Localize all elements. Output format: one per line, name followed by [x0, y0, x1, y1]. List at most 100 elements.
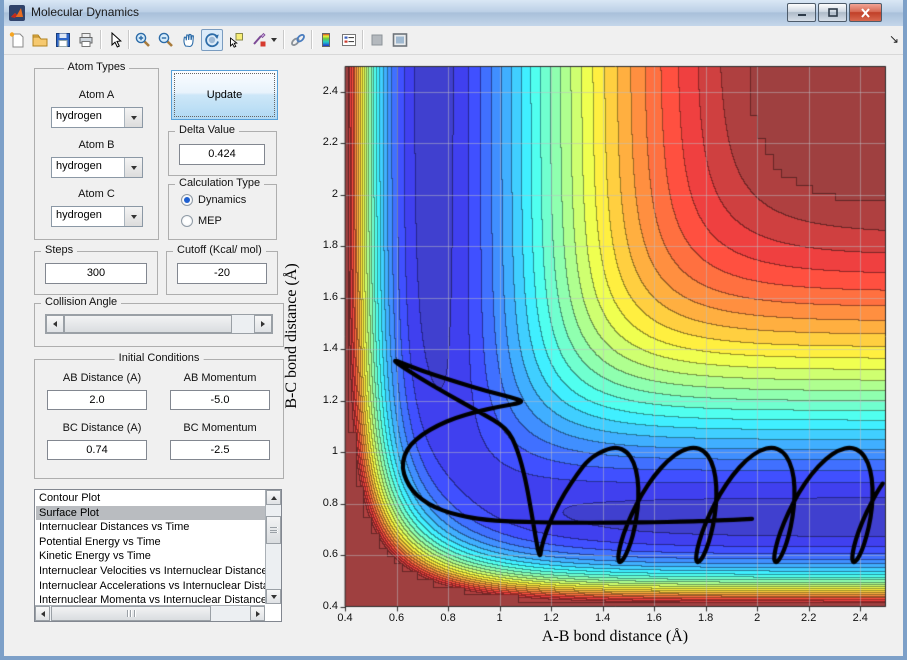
atom-a-dropdown[interactable]: hydrogen [51, 107, 143, 128]
radio-unselected-icon [181, 215, 193, 227]
toolbar-separator [283, 30, 285, 49]
x-tick-label: 0.6 [388, 612, 405, 624]
x-tick-label: 2.4 [852, 612, 868, 624]
toolbar-separator [311, 30, 313, 49]
mep-radio[interactable]: MEP [181, 215, 222, 227]
scroll-right-arrow[interactable] [250, 606, 265, 621]
collision-angle-slider[interactable] [45, 314, 273, 334]
y-tick-label: 2 [331, 187, 338, 200]
y-tick-label: 2.2 [322, 136, 338, 149]
maximize-button[interactable] [818, 3, 847, 22]
y-tick-label: 1 [331, 445, 338, 458]
window-title: Molecular Dynamics [31, 5, 140, 19]
ab-distance-field[interactable]: 2.0 [47, 390, 147, 410]
scroll-up-arrow[interactable] [266, 490, 281, 505]
panel-title: Calculation Type [175, 177, 265, 189]
toolbar-separator [128, 30, 130, 49]
zoom-out-button[interactable] [155, 29, 177, 51]
cutoff-panel: Cutoff (Kcal/ mol) -20 [166, 244, 278, 295]
y-tick-label: 0.6 [322, 548, 338, 561]
slider-left-arrow[interactable] [46, 315, 64, 333]
list-items: Contour Plot Surface Plot Internuclear D… [36, 491, 266, 608]
ab-momentum-field[interactable]: -5.0 [170, 390, 270, 410]
close-button[interactable] [849, 3, 882, 22]
minimize-button[interactable] [787, 3, 816, 22]
panel-title: Atom Types [63, 61, 130, 73]
brush-data-button[interactable] [248, 29, 270, 51]
delta-value-panel: Delta Value 0.424 [168, 124, 277, 176]
steps-field[interactable]: 300 [45, 263, 147, 284]
list-item[interactable]: Internuclear Velocities vs Internuclear … [36, 564, 266, 579]
scroll-down-arrow[interactable] [266, 589, 281, 604]
radio-selected-icon [181, 194, 193, 206]
bc-momentum-field[interactable]: -2.5 [170, 440, 270, 460]
hscroll-thumb[interactable] [51, 606, 211, 621]
x-tick-label: 2 [754, 612, 761, 624]
collision-angle-panel: Collision Angle [34, 296, 284, 347]
x-tick-label: 1.4 [594, 612, 611, 624]
insert-colorbar-button[interactable] [315, 29, 337, 51]
x-tick-label: 1.2 [543, 612, 559, 624]
panel-title: Initial Conditions [114, 352, 204, 364]
scroll-left-arrow[interactable] [35, 606, 50, 621]
slider-thumb[interactable] [64, 315, 232, 333]
x-tick-label: 1 [496, 612, 503, 624]
dynamics-radio[interactable]: Dynamics [181, 194, 246, 206]
chevron-down-icon [271, 38, 277, 42]
chevron-down-icon[interactable] [124, 108, 142, 127]
chevron-down-icon[interactable] [124, 207, 142, 226]
y-tick-label: 1.4 [322, 342, 338, 355]
save-button[interactable] [52, 29, 74, 51]
initial-conditions-panel: Initial Conditions AB Distance (A) AB Mo… [34, 352, 284, 479]
data-cursor-button[interactable] [225, 29, 247, 51]
delta-value-field[interactable]: 0.424 [179, 144, 265, 165]
brush-menu-button[interactable] [268, 29, 280, 51]
y-tick-label: 0.4 [322, 600, 338, 612]
vscroll-thumb[interactable] [266, 516, 281, 544]
ab-momentum-label: AB Momentum [183, 372, 257, 384]
list-item[interactable]: Kinetic Energy vs Time [36, 549, 266, 564]
zoom-in-button[interactable] [132, 29, 154, 51]
app-icon [9, 5, 25, 21]
dock-figure-arrow-icon[interactable]: ↘ [889, 32, 899, 46]
maximize-icon [827, 8, 838, 17]
show-plot-tools-dock-button[interactable] [389, 29, 411, 51]
list-item[interactable]: Internuclear Accelerations vs Internucle… [36, 579, 266, 594]
rotate-3d-button[interactable] [201, 29, 223, 51]
print-button[interactable] [75, 29, 97, 51]
list-hscrollbar[interactable] [35, 605, 265, 621]
y-tick-label: 1.6 [322, 290, 338, 303]
atom-types-panel: Atom Types Atom A hydrogen Atom B hydrog… [34, 61, 159, 240]
list-item[interactable]: Potential Energy vs Time [36, 535, 266, 550]
update-button[interactable]: Update [171, 70, 278, 120]
x-tick-label: 0.8 [440, 612, 456, 624]
plot-type-listbox[interactable]: Contour Plot Surface Plot Internuclear D… [34, 489, 282, 622]
close-icon [861, 7, 870, 18]
link-plot-button[interactable] [287, 29, 309, 51]
calculation-type-panel: Calculation Type Dynamics MEP [168, 177, 277, 240]
bc-distance-field[interactable]: 0.74 [47, 440, 147, 460]
chevron-down-icon[interactable] [124, 158, 142, 177]
atom-c-dropdown[interactable]: hydrogen [51, 206, 143, 227]
list-item[interactable]: Internuclear Distances vs Time [36, 520, 266, 535]
title-bar[interactable]: Molecular Dynamics [4, 0, 903, 27]
insert-legend-button[interactable] [338, 29, 360, 51]
list-vscrollbar[interactable] [265, 490, 281, 604]
toolbar-separator [100, 30, 102, 49]
bc-distance-label: BC Distance (A) [62, 422, 142, 434]
hide-plot-tools-button[interactable] [366, 29, 388, 51]
atom-b-dropdown[interactable]: hydrogen [51, 157, 143, 178]
x-tick-label: 1.6 [646, 612, 662, 624]
pan-hand-button[interactable] [178, 29, 200, 51]
atom-c-label: Atom C [78, 188, 115, 200]
x-tick-label: 0.4 [337, 612, 353, 624]
new-file-button[interactable] [6, 29, 28, 51]
y-tick-label: 1.2 [322, 393, 338, 406]
slider-right-arrow[interactable] [254, 315, 272, 333]
edit-plot-button[interactable] [104, 29, 126, 51]
contour-plot-canvas[interactable] [339, 60, 892, 613]
cutoff-field[interactable]: -20 [177, 263, 267, 284]
list-item-selected[interactable]: Surface Plot [36, 505, 266, 521]
list-item[interactable]: Contour Plot [36, 491, 266, 506]
open-file-button[interactable] [29, 29, 51, 51]
